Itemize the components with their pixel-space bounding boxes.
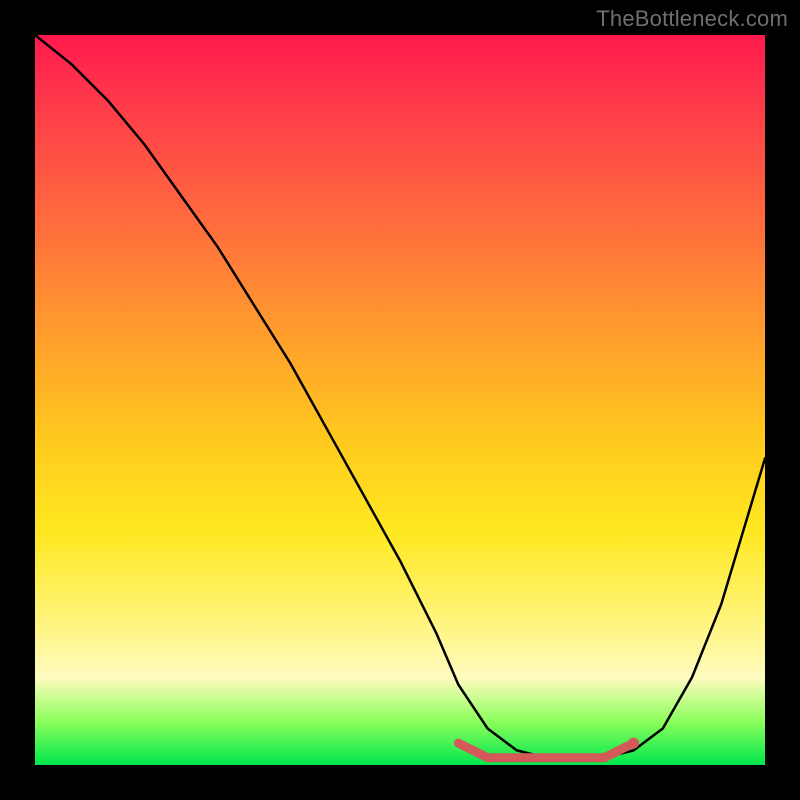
highlight-band (458, 743, 633, 758)
highlight-end-dot (628, 738, 639, 749)
chart-svg (35, 35, 765, 765)
chart-frame: TheBottleneck.com (0, 0, 800, 800)
bottleneck-curve (35, 35, 765, 758)
watermark-text: TheBottleneck.com (596, 6, 788, 32)
plot-area (35, 35, 765, 765)
